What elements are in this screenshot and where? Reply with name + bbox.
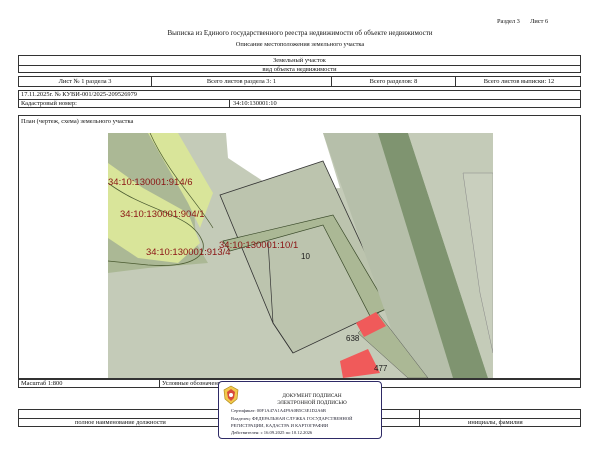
stamp-owner: Владелец: ФЕДЕРАЛЬНАЯ СЛУЖБА ГОСУДАРСТВЕ… (231, 416, 353, 421)
stamp-owner-2: РЕГИСТРАЦИИ, КАДАСТРА И КАРТОГРАФИИ (231, 423, 329, 428)
divider (19, 99, 580, 100)
object-type: Земельный участок (273, 57, 326, 64)
section-label: Раздел 3 (497, 18, 520, 25)
divider (229, 99, 230, 107)
cadastral-label: Кадастровый номер: (21, 100, 77, 107)
total-sheets: Всего листов выписки: 12 (483, 78, 555, 85)
total-sections: Всего разделов: 8 (332, 77, 456, 86)
divider (159, 380, 160, 387)
sheets-row: Лист № 1 раздела 3 Всего листов раздела … (18, 76, 581, 87)
stamp-line-1: ДОКУМЕНТ ПОДПИСАН (282, 393, 342, 399)
label-638: 638 (346, 334, 360, 343)
label-10-1: 34:10:130001:10/1 (219, 240, 298, 251)
document-subtitle: Описание местоположения земельного участ… (235, 41, 365, 48)
plan-caption: План (чертеж, схема) земельного участка (21, 118, 134, 125)
initials-caption: инициалы, фамилия (468, 419, 523, 426)
stamp-validity: Действителен: с 16.09.2025 по 10.12.2026 (231, 430, 313, 435)
sheet-label: Лист 6 (530, 18, 549, 25)
label-477: 477 (374, 364, 388, 373)
legend-label: Условные обозначения: (162, 380, 226, 387)
label-913-4: 34:10:130001:913/4 (146, 247, 231, 258)
cadastral-plan-map: 34:10:130001:914/6 34:10:130001:904/1 34… (108, 133, 493, 378)
section-sheets: Всего листов раздела 3: 1 (152, 77, 332, 86)
scale: Масштаб 1:800 (21, 380, 63, 387)
label-10: 10 (301, 252, 310, 261)
object-caption: вид объекта недвижимости (262, 66, 337, 73)
label-904-1: 34:10:130001:904/1 (120, 209, 205, 220)
coat-of-arms-icon (223, 385, 239, 405)
document-title: Выписка из Единого государственного реес… (167, 29, 433, 37)
cadastral-value: 34:10:130001:10 (233, 100, 277, 107)
position-caption: полное наименование должности (75, 419, 166, 426)
e-signature-stamp: ДОКУМЕНТ ПОДПИСАН ЭЛЕКТРОННОЙ ПОДПИСЬЮ С… (218, 381, 382, 439)
record-box: 17.11.2025г. № КУВИ-001/2025-209526979 К… (18, 90, 581, 108)
stamp-certificate: Сертификат: 00F1A47A1A4F9A0B5C3E1D2A6B (231, 408, 326, 413)
stamp-line-2: ЭЛЕКТРОННОЙ ПОДПИСЬЮ (277, 400, 347, 406)
record-date-number: 17.11.2025г. № КУВИ-001/2025-209526979 (21, 91, 138, 98)
object-type-box: Земельный участок вид объекта недвижимос… (18, 55, 581, 73)
label-914-6: 34:10:130001:914/6 (108, 177, 193, 188)
sheet-of-section: Лист № 1 раздела 3 (19, 77, 152, 86)
